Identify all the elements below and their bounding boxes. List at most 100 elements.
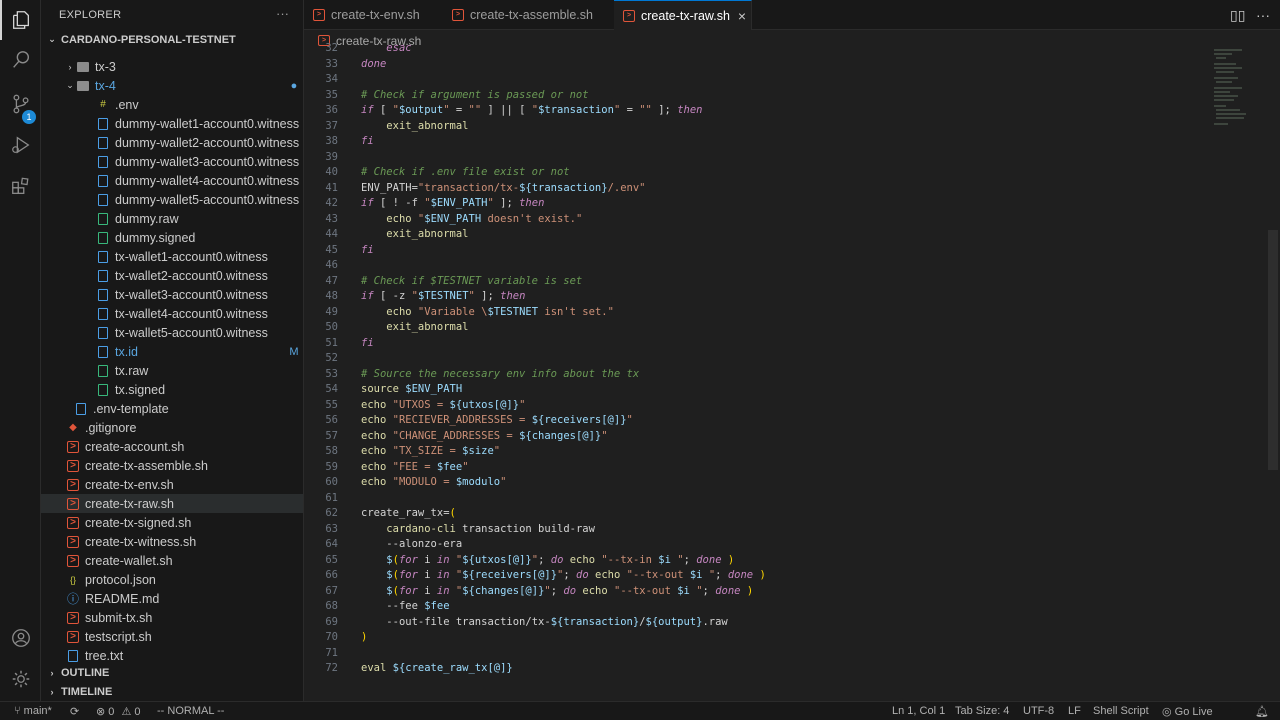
file-label: tx-wallet1-account0.witness (115, 249, 268, 264)
sync-icon[interactable]: ⟳ (70, 705, 79, 718)
file-item[interactable]: ◆ .gitignore (41, 418, 303, 437)
code-line[interactable]: # Check if $TESTNET variable is set (361, 274, 582, 290)
file-item[interactable]: tx-wallet3-account0.witness (41, 285, 303, 304)
file-item[interactable]: dummy-wallet5-account0.witness (41, 190, 303, 209)
shell-icon: > (67, 440, 79, 453)
code-line[interactable]: $(for i in "${utxos[@]}"; do echo "--tx-… (361, 553, 734, 569)
code-line[interactable]: ) (361, 630, 367, 646)
code-line[interactable]: exit_abnormal (361, 227, 468, 243)
tab-size[interactable]: Tab Size: 4 (955, 705, 1009, 717)
code-line[interactable]: echo "Variable \$TESTNET isn't set." (361, 305, 614, 321)
explorer-activity-button[interactable] (0, 0, 41, 40)
explorer-title: EXPLORER (59, 9, 122, 21)
manage-activity-button[interactable] (0, 659, 41, 699)
file-item[interactable]: dummy.signed (41, 228, 303, 247)
file-item[interactable]: > create-wallet.sh (41, 551, 303, 570)
close-icon[interactable]: × (738, 8, 746, 24)
file-item[interactable]: dummy.raw (41, 209, 303, 228)
code-line[interactable]: $(for i in "${receivers[@]}"; do echo "-… (361, 568, 765, 584)
file-item[interactable]: dummy-wallet2-account0.witness (41, 133, 303, 152)
accounts-activity-button[interactable] (0, 618, 41, 658)
go-live-button[interactable]: ◎ Go Live (1162, 705, 1213, 718)
code-line[interactable]: --fee $fee (361, 599, 449, 615)
code-line[interactable]: done (361, 57, 386, 73)
code-line[interactable]: echo "RECIEVER_ADDRESSES = ${receivers[@… (361, 413, 633, 429)
file-item[interactable]: tx-wallet2-account0.witness (41, 266, 303, 285)
file-item[interactable]: tx-wallet4-account0.witness (41, 304, 303, 323)
code-line[interactable]: echo "FEE = $fee" (361, 460, 469, 476)
cursor-position[interactable]: Ln 1, Col 1 (892, 705, 945, 717)
file-item[interactable]: tx-wallet1-account0.witness (41, 247, 303, 266)
code-line[interactable]: echo "CHANGE_ADDRESSES = ${changes[@]}" (361, 429, 608, 445)
file-item[interactable]: > create-tx-signed.sh (41, 513, 303, 532)
code-line[interactable]: source $ENV_PATH (361, 382, 462, 398)
warning-icon: ⚠ (121, 706, 132, 718)
file-item[interactable]: tx.signed (41, 380, 303, 399)
code-line[interactable]: esac (361, 41, 411, 57)
code-line[interactable]: exit_abnormal (361, 320, 468, 336)
folder-tx-4[interactable]: ⌄ tx-4 ● (41, 76, 303, 95)
code-line[interactable]: if [ -z "$TESTNET" ]; then (361, 289, 525, 305)
file-item[interactable]: > create-tx-witness.sh (41, 532, 303, 551)
code-line[interactable]: exit_abnormal (361, 119, 468, 135)
folder-tx-3[interactable]: › tx-3 (41, 57, 303, 76)
more-actions-icon[interactable]: ··· (276, 6, 289, 21)
file-item[interactable]: > submit-tx.sh (41, 608, 303, 627)
file-item[interactable]: dummy-wallet1-account0.witness (41, 114, 303, 133)
file-item[interactable]: {} protocol.json (41, 570, 303, 589)
code-line[interactable]: if [ ! -f "$ENV_PATH" ]; then (361, 196, 544, 212)
file-item[interactable]: dummy-wallet3-account0.witness (41, 152, 303, 171)
run-debug-activity-button[interactable] (0, 125, 41, 165)
code-line[interactable]: # Source the necessary env info about th… (361, 367, 639, 383)
outline-section-header[interactable]: › OUTLINE (41, 663, 303, 682)
file-item[interactable]: ⓘ README.md (41, 589, 303, 608)
file-item[interactable]: > create-tx-raw.sh (41, 494, 303, 513)
file-item[interactable]: tx.raw (41, 361, 303, 380)
problems-status[interactable]: ⊗ 0 ⚠ 0 (96, 705, 141, 718)
file-item[interactable]: tx.id M (41, 342, 303, 361)
code-line[interactable]: echo "$ENV_PATH doesn't exist." (361, 212, 582, 228)
file-item[interactable]: dummy-wallet4-account0.witness (41, 171, 303, 190)
file-item[interactable]: > create-account.sh (41, 437, 303, 456)
tab-create-tx-raw[interactable]: > create-tx-raw.sh × (614, 0, 752, 30)
file-item[interactable]: # .env (41, 95, 303, 114)
code-line[interactable]: fi (361, 134, 374, 150)
code-line[interactable]: --out-file transaction/tx-${transaction}… (361, 615, 727, 631)
code-line[interactable]: echo "UTXOS = ${utxos[@]}" (361, 398, 525, 414)
code-line[interactable]: ENV_PATH="transaction/tx-${transaction}/… (361, 181, 646, 197)
timeline-section-header[interactable]: › TIMELINE (41, 682, 303, 701)
code-line[interactable]: eval ${create_raw_tx[@]} (361, 661, 513, 677)
minimap[interactable] (1212, 48, 1262, 128)
project-section-header[interactable]: ⌄ CARDANO-PERSONAL-TESTNET (41, 30, 303, 49)
code-line[interactable]: cardano-cli transaction build-raw (361, 522, 595, 538)
code-line[interactable]: create_raw_tx=( (361, 506, 456, 522)
more-actions-icon[interactable]: ··· (1256, 7, 1270, 23)
code-line[interactable]: fi (361, 336, 374, 352)
file-item[interactable]: > testscript.sh (41, 627, 303, 646)
vertical-scrollbar[interactable] (1268, 230, 1278, 470)
code-line[interactable]: if [ "$output" = "" ] || [ "$transaction… (361, 103, 702, 119)
encoding[interactable]: UTF-8 (1023, 705, 1054, 717)
code-line[interactable]: $(for i in "${changes[@]}"; do echo "--t… (361, 584, 753, 600)
code-line[interactable]: echo "MODULO = $modulo" (361, 475, 506, 491)
file-item[interactable]: > create-tx-assemble.sh (41, 456, 303, 475)
code-line[interactable]: --alonzo-era (361, 537, 462, 553)
tab-label: create-tx-env.sh (331, 8, 420, 22)
code-line[interactable]: # Check if .env file exist or not (361, 165, 570, 181)
code-line[interactable]: # Check if argument is passed or not (361, 88, 589, 104)
branch-status[interactable]: ⑂ main* (14, 705, 52, 717)
search-activity-button[interactable] (0, 40, 41, 80)
file-item[interactable]: > create-tx-env.sh (41, 475, 303, 494)
tab-create-tx-env[interactable]: > create-tx-env.sh (304, 0, 443, 30)
file-item[interactable]: tx-wallet5-account0.witness (41, 323, 303, 342)
extensions-activity-button[interactable] (0, 166, 41, 206)
code-line[interactable]: echo "TX_SIZE = $size" (361, 444, 500, 460)
end-of-line[interactable]: LF (1068, 705, 1081, 717)
file-item[interactable]: .env-template (41, 399, 303, 418)
notifications-icon[interactable]: 🔔︎ (1255, 705, 1269, 718)
source-control-activity-button[interactable]: 1 (0, 84, 41, 124)
code-line[interactable]: fi (361, 243, 374, 259)
tab-create-tx-assemble[interactable]: > create-tx-assemble.sh (443, 0, 614, 30)
language-mode[interactable]: Shell Script (1093, 705, 1149, 717)
split-editor-icon[interactable]: ▯▯ (1230, 7, 1245, 24)
